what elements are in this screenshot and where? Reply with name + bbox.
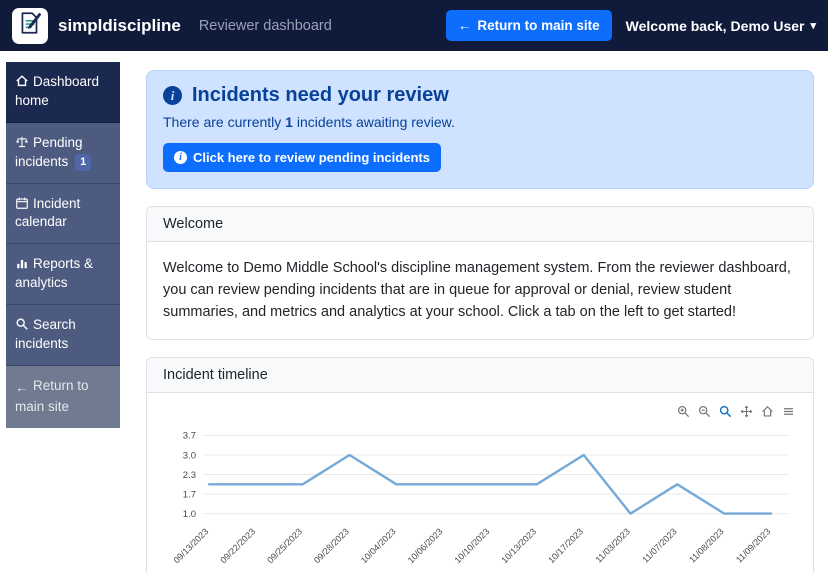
return-button-label: Return to main site <box>477 18 600 33</box>
welcome-card-body: Welcome to Demo Middle School's discipli… <box>163 260 791 320</box>
svg-text:11/03/2023: 11/03/2023 <box>593 527 631 565</box>
alert-title: Incidents need your review <box>192 84 449 106</box>
svg-text:09/25/2023: 09/25/2023 <box>265 527 304 566</box>
sidebar-item-search-incidents[interactable]: Search incidents <box>6 305 120 366</box>
svg-text:09/13/2023: 09/13/2023 <box>171 527 210 566</box>
sidebar-item-incident-calendar[interactable]: Incident calendar <box>6 184 120 245</box>
svg-text:3.0: 3.0 <box>183 451 196 462</box>
document-pencil-icon <box>17 10 43 41</box>
zoom-in-icon[interactable] <box>677 405 690 418</box>
user-name: Demo User <box>730 17 805 34</box>
sidebar-item-reports-analytics[interactable]: Reports & analytics <box>6 244 120 306</box>
review-button-label: Click here to review pending incidents <box>193 150 430 165</box>
incident-timeline-chart[interactable]: 3.7 3.0 2.3 1.7 1.0 09/13/2023 09/22/2023 09/25… <box>163 420 797 573</box>
user-menu[interactable]: Welcome back, Demo User ▾ <box>626 18 816 34</box>
svg-text:1.0: 1.0 <box>183 509 196 520</box>
brand-name: simpldiscipline <box>58 15 181 35</box>
svg-text:2.3: 2.3 <box>183 470 196 481</box>
svg-text:09/22/2023: 09/22/2023 <box>218 527 257 566</box>
menu-icon[interactable] <box>782 405 795 418</box>
scale-icon <box>15 135 30 149</box>
chart-modebar <box>163 401 797 420</box>
svg-text:11/07/2023: 11/07/2023 <box>640 527 678 565</box>
svg-text:10/13/2023: 10/13/2023 <box>499 527 538 566</box>
welcome-card-header: Welcome <box>147 207 813 242</box>
page-layout: Dashboard home Pending incidents 1 Incid… <box>0 51 828 573</box>
search-icon <box>15 317 30 331</box>
sidebar-item-pending-incidents[interactable]: Pending incidents 1 <box>6 123 120 184</box>
alert-count: 1 <box>285 114 293 130</box>
svg-text:10/17/2023: 10/17/2023 <box>546 527 585 566</box>
sidebar: Dashboard home Pending incidents 1 Incid… <box>6 62 120 428</box>
svg-text:10/10/2023: 10/10/2023 <box>452 527 491 566</box>
alert-title-row: i Incidents need your review <box>163 84 797 107</box>
sidebar-item-return-to-main-site[interactable]: ← Return to main site <box>6 365 120 428</box>
svg-text:11/08/2023: 11/08/2023 <box>687 527 725 565</box>
alert-body-prefix: There are currently <box>163 114 286 130</box>
timeline-card-body: 3.7 3.0 2.3 1.7 1.0 09/13/2023 09/22/2023 09/25… <box>147 393 813 573</box>
arrow-left-icon: ← <box>15 379 29 395</box>
top-navbar: simpldiscipline Reviewer dashboard ← Ret… <box>0 0 828 51</box>
pending-count-badge: 1 <box>75 153 92 172</box>
home-icon <box>15 74 30 88</box>
chevron-down-icon: ▾ <box>810 20 816 32</box>
incident-timeline-card: Incident timeline 3.7 3.0 2.3 1.7 1.0 09… <box>146 357 814 573</box>
welcome-card: Welcome Welcome to Demo Middle School's … <box>146 206 814 341</box>
svg-text:1.7: 1.7 <box>183 490 196 501</box>
svg-text:10/06/2023: 10/06/2023 <box>406 527 445 566</box>
pan-icon[interactable] <box>740 405 753 418</box>
svg-text:10/04/2023: 10/04/2023 <box>359 527 398 566</box>
svg-text:3.7: 3.7 <box>183 431 196 442</box>
alert-body-suffix: incidents awaiting review. <box>292 114 455 130</box>
alert-body: There are currently 1 incidents awaiting… <box>163 114 797 130</box>
zoom-icon[interactable] <box>719 405 732 418</box>
svg-text:11/09/2023: 11/09/2023 <box>734 527 772 565</box>
info-icon: i <box>163 86 182 105</box>
info-icon: i <box>174 151 187 164</box>
arrow-left-icon: ← <box>457 18 472 33</box>
review-pending-incidents-button[interactable]: i Click here to review pending incidents <box>163 143 441 172</box>
sidebar-item-dashboard-home[interactable]: Dashboard home <box>6 62 120 123</box>
navbar-subtitle: Reviewer dashboard <box>198 17 332 34</box>
app-logo <box>12 7 48 44</box>
navbar-right: ← Return to main site Welcome back, Demo… <box>445 10 816 41</box>
svg-text:09/28/2023: 09/28/2023 <box>312 527 351 566</box>
reset-home-icon[interactable] <box>761 405 774 418</box>
welcome-text: Welcome back, <box>625 17 727 34</box>
timeline-card-header: Incident timeline <box>147 358 813 394</box>
return-to-main-site-button[interactable]: ← Return to main site <box>445 10 612 41</box>
review-alert: i Incidents need your review There are c… <box>146 70 814 189</box>
main-content: i Incidents need your review There are c… <box>120 51 828 573</box>
bar-chart-icon <box>15 256 30 270</box>
zoom-out-icon[interactable] <box>698 405 711 418</box>
calendar-icon <box>15 196 30 210</box>
